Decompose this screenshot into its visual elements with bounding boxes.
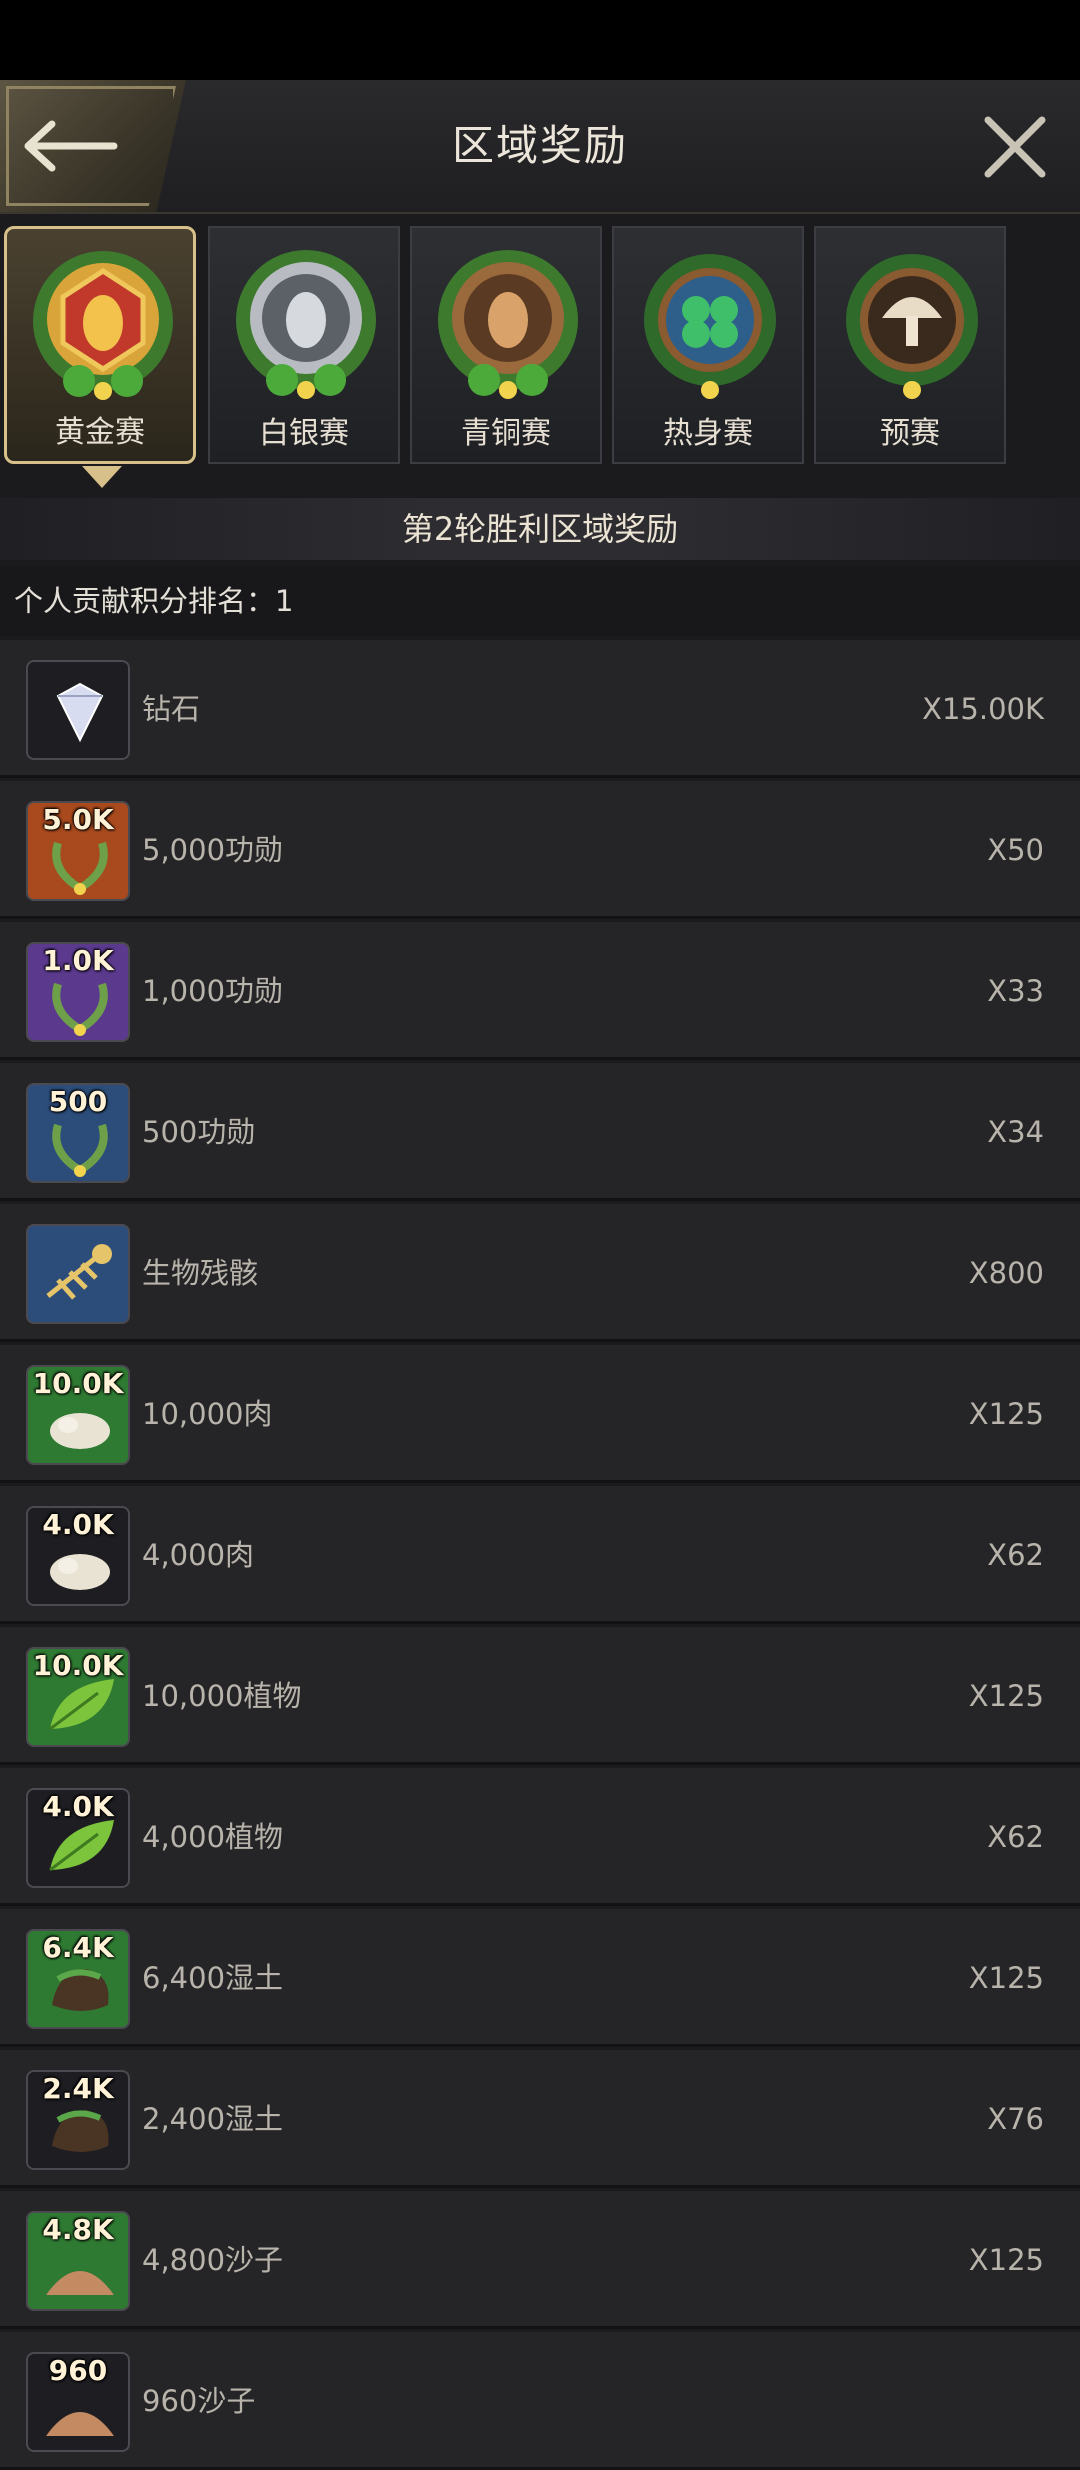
item-amount-badge: 500 <box>48 1085 108 1118</box>
rank-label: 个人贡献积分排名： <box>14 584 276 618</box>
tab-bronze[interactable]: 青铜赛 <box>410 226 602 464</box>
tab-label: 白银赛 <box>259 416 349 451</box>
item-amount-badge: 10.0K <box>32 1649 124 1682</box>
tab-gold[interactable]: 黄金赛 <box>4 226 196 464</box>
reward-row: 4.0K 4,000肉 X62 <box>0 1486 1080 1624</box>
mushroom-emblem-icon <box>846 254 978 399</box>
reward-name: 4,000植物 <box>142 1820 284 1854</box>
sand-icon[interactable]: 960 <box>26 2352 130 2452</box>
tab-warmup[interactable]: 热身赛 <box>612 226 804 464</box>
soil-icon[interactable]: 2.4K <box>26 2070 130 2170</box>
gold-league-emblem-icon <box>33 251 173 400</box>
reward-quantity: X125 <box>968 1961 1044 1995</box>
reward-name: 生物残骸 <box>142 1256 259 1290</box>
reward-row: 生物残骸 X800 <box>0 1204 1080 1342</box>
reward-quantity: X33 <box>987 974 1044 1008</box>
item-amount-badge: 5.0K <box>42 803 114 836</box>
reward-name: 6,400湿土 <box>142 1961 284 1995</box>
reward-name: 500功勋 <box>142 1115 256 1149</box>
reward-quantity: X125 <box>968 2243 1044 2277</box>
bronze-league-emblem-icon <box>438 250 578 399</box>
reward-row: 5.0K 5,000功勋 X50 <box>0 781 1080 919</box>
active-tab-pointer <box>82 466 122 488</box>
laurel-icon[interactable]: 5.0K <box>26 801 130 901</box>
meat-grub-icon[interactable]: 10.0K <box>26 1365 130 1465</box>
reward-quantity: X62 <box>987 1538 1044 1572</box>
tab-label: 热身赛 <box>663 416 753 451</box>
item-amount-badge: 6.4K <box>42 1931 114 1964</box>
round-reward-banner: 第2轮胜利区域奖励 <box>0 498 1080 560</box>
item-amount-badge: 960 <box>48 2354 108 2387</box>
item-amount-badge: 10.0K <box>32 1367 124 1400</box>
reward-quantity: X62 <box>987 1820 1044 1854</box>
header: 区域奖励 <box>0 80 1080 214</box>
reward-name: 1,000功勋 <box>142 974 284 1008</box>
item-amount-badge: 4.0K <box>42 1508 114 1541</box>
reward-row: 10.0K 10,000肉 X125 <box>0 1345 1080 1483</box>
league-tabs: 黄金赛 白银赛 青铜赛 热身赛 预赛 <box>0 222 1080 472</box>
meat-grub-icon[interactable]: 4.0K <box>26 1506 130 1606</box>
reward-row: 6.4K 6,400湿土 X125 <box>0 1909 1080 2047</box>
back-arrow-icon <box>24 120 118 172</box>
diamond-icon[interactable] <box>26 660 130 760</box>
reward-quantity: X34 <box>987 1115 1044 1149</box>
item-amount-badge: 1.0K <box>42 944 114 977</box>
laurel-icon[interactable]: 1.0K <box>26 942 130 1042</box>
fish-skeleton-icon[interactable] <box>26 1224 130 1324</box>
reward-name: 4,800沙子 <box>142 2243 284 2277</box>
leaf-icon[interactable]: 10.0K <box>26 1647 130 1747</box>
tab-label: 黄金赛 <box>55 415 145 450</box>
reward-row: 960 960沙子 <box>0 2332 1080 2470</box>
reward-name: 钻石 <box>142 692 201 726</box>
reward-quantity: X15.00K <box>922 692 1044 726</box>
sand-icon[interactable]: 4.8K <box>26 2211 130 2311</box>
reward-quantity: X125 <box>968 1679 1044 1713</box>
reward-row: 500 500功勋 X34 <box>0 1063 1080 1201</box>
item-amount-badge: 4.0K <box>42 1790 114 1823</box>
silver-league-emblem-icon <box>236 250 376 399</box>
reward-row: 钻石 X15.00K <box>0 640 1080 778</box>
contribution-rank: 个人贡献积分排名：1 <box>0 566 1080 636</box>
reward-row: 4.8K 4,800沙子 X125 <box>0 2191 1080 2329</box>
rank-value: 1 <box>275 584 294 618</box>
tab-label: 预赛 <box>880 416 940 451</box>
reward-name: 10,000植物 <box>142 1679 302 1713</box>
reward-name: 2,400湿土 <box>142 2102 284 2136</box>
tab-prelim[interactable]: 预赛 <box>814 226 1006 464</box>
reward-row: 10.0K 10,000植物 X125 <box>0 1627 1080 1765</box>
clover-emblem-icon <box>644 254 776 399</box>
reward-quantity: X800 <box>968 1256 1044 1290</box>
reward-name: 960沙子 <box>142 2384 256 2418</box>
reward-quantity: X50 <box>987 833 1044 867</box>
reward-quantity: X76 <box>987 2102 1044 2136</box>
leaf-icon[interactable]: 4.0K <box>26 1788 130 1888</box>
reward-name: 4,000肉 <box>142 1538 255 1572</box>
reward-name: 5,000功勋 <box>142 833 284 867</box>
reward-row: 2.4K 2,400湿土 X76 <box>0 2050 1080 2188</box>
reward-row: 4.0K 4,000植物 X62 <box>0 1768 1080 1906</box>
item-amount-badge: 4.8K <box>42 2213 114 2246</box>
reward-name: 10,000肉 <box>142 1397 273 1431</box>
reward-row: 1.0K 1,000功勋 X33 <box>0 922 1080 1060</box>
item-amount-badge: 2.4K <box>42 2072 114 2105</box>
laurel-icon[interactable]: 500 <box>26 1083 130 1183</box>
soil-icon[interactable]: 6.4K <box>26 1929 130 2029</box>
back-button[interactable] <box>0 80 186 212</box>
status-bar <box>0 0 1080 80</box>
close-icon[interactable] <box>980 112 1050 182</box>
tab-label: 青铜赛 <box>461 416 551 451</box>
reward-quantity: X125 <box>968 1397 1044 1431</box>
tab-silver[interactable]: 白银赛 <box>208 226 400 464</box>
